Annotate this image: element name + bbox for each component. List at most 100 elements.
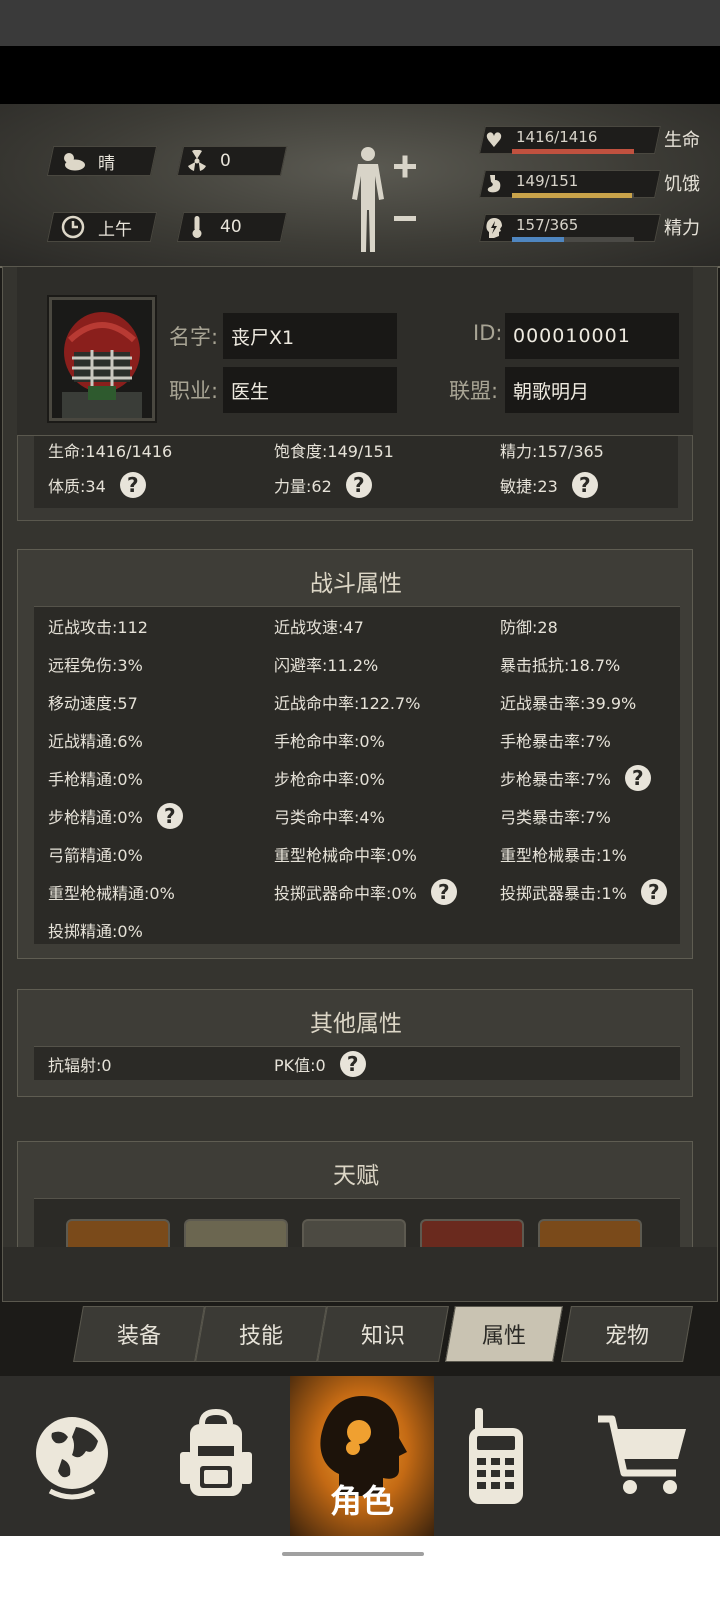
combat-stat-text: 手枪精通:0%: [48, 770, 143, 789]
combat-stat-text: 近战攻击:112: [48, 618, 148, 637]
combat-grid: 近战攻击:112 近战攻速:47 防御:28 远程免伤:3% 闪避率:11.2% 暴击抵抗…: [34, 606, 680, 944]
talent-slot-2[interactable]: [184, 1219, 288, 1248]
constitution-help-icon[interactable]: ?: [119, 472, 146, 498]
talent-slot-5[interactable]: [538, 1219, 642, 1248]
nav-shop[interactable]: [570, 1376, 714, 1536]
combat-stat: 近战攻速:47: [274, 611, 364, 641]
combat-stat-text: 暴击抵抗:18.7%: [500, 656, 621, 675]
nav-role-label: 角色: [329, 1482, 394, 1520]
nav-role[interactable]: 角色: [290, 1376, 434, 1536]
nav-radio[interactable]: [424, 1376, 568, 1536]
life-stat: 生命:1416/1416: [48, 442, 173, 461]
life-value: 1416/1416: [516, 128, 598, 146]
combat-stat: 重型枪械命中率:0%: [274, 839, 417, 869]
stomach-icon: [482, 170, 506, 198]
tab-attributes[interactable]: 属性: [445, 1306, 563, 1362]
radiation-display: 0: [180, 146, 231, 176]
name-label: 名字:: [169, 325, 219, 349]
combat-stat-text: 步枪精通:0%: [48, 808, 143, 827]
strength-help-icon[interactable]: ?: [345, 472, 372, 498]
combat-stat-text: 远程免伤:3%: [48, 656, 143, 675]
combat-title: 战斗属性: [310, 571, 402, 597]
combat-stat: 防御:28: [500, 611, 558, 641]
backpack-icon: [180, 1408, 252, 1496]
attribute-tabs: 装备 技能 知识 属性 宠物: [70, 1306, 696, 1364]
alliance-label: 联盟:: [449, 379, 499, 403]
combat-stat: 闪避率:11.2%: [274, 649, 378, 679]
talent-slot-4[interactable]: [420, 1219, 524, 1248]
bottom-navigation: 角色: [0, 1376, 720, 1536]
life-label: 生命: [664, 130, 700, 151]
temperature-display: 40: [180, 212, 242, 242]
id-field: 000010001: [505, 313, 679, 359]
combat-stat-text: 弓类暴击率:7%: [500, 808, 611, 827]
profile-card: 名字: 丧尸X1 ID: 000010001 职业: 医生 联盟: 朝歌明月: [17, 267, 693, 435]
combat-stat-text: 重型枪械命中率:0%: [274, 846, 417, 865]
body-figure-icon: [352, 147, 416, 252]
home-indicator[interactable]: [282, 1552, 424, 1556]
energy-bar: [512, 237, 634, 242]
combat-stat: 重型枪械精通:0%: [48, 877, 175, 907]
constitution-text: 体质:34: [48, 477, 106, 496]
nav-backpack[interactable]: [144, 1376, 288, 1536]
combat-stat-text: 投掷精通:0%: [48, 922, 143, 941]
talent-slot-3[interactable]: [302, 1219, 406, 1248]
vital-hunger: 149/151 饥饿: [479, 166, 712, 202]
energy-head-icon: [482, 214, 506, 242]
energy-value: 157/365: [516, 216, 579, 234]
tab-skills[interactable]: 技能: [195, 1306, 327, 1362]
energy-label: 精力: [664, 218, 700, 239]
other-attributes-section: 其他属性 抗辐射:0 PK值:0 ?: [17, 989, 693, 1097]
tab-pets[interactable]: 宠物: [561, 1306, 693, 1362]
strength-text: 力量:62: [274, 477, 332, 496]
time-display: 上午: [56, 212, 132, 242]
cart-icon: [598, 1415, 686, 1494]
other-title: 其他属性: [310, 1011, 402, 1037]
combat-stat-text: 防御:28: [500, 618, 558, 637]
talent-title: 天赋: [333, 1163, 379, 1189]
combat-stat-text: 近战精通:6%: [48, 732, 143, 751]
energy-stat: 精力:157/365: [500, 442, 604, 461]
talent-slot-1[interactable]: [66, 1219, 170, 1248]
combat-stat-text: 步枪命中率:0%: [274, 770, 385, 789]
top-hud: 晴 0 上午 40 ♥ 1416/1416 生命 149/151 饥饿 157/…: [0, 104, 720, 268]
radiation-value: 0: [220, 151, 231, 171]
pk-help-icon[interactable]: ?: [339, 1051, 366, 1077]
vital-life: ♥ 1416/1416 生命: [479, 122, 712, 158]
combat-stat: 投掷精通:0%: [48, 915, 143, 945]
combat-stat: 近战命中率:122.7%: [274, 687, 420, 717]
hunger-value: 149/151: [516, 172, 579, 190]
combat-stat-text: 近战攻速:47: [274, 618, 364, 637]
combat-stat-text: 闪避率:11.2%: [274, 656, 379, 675]
hunger-label: 饥饿: [664, 174, 700, 195]
agility-text: 敏捷:23: [500, 477, 558, 496]
panel-footer: [3, 1247, 717, 1301]
system-status-bar: [0, 0, 720, 46]
tab-equipment[interactable]: 装备: [73, 1306, 205, 1362]
cloud-sun-icon: [56, 151, 90, 171]
combat-stat-text: 重型枪械暴击:1%: [500, 846, 627, 865]
thermometer-icon: [180, 215, 214, 239]
combat-stat-text: 手枪命中率:0%: [274, 732, 385, 751]
combat-help-icon[interactable]: ?: [624, 765, 651, 791]
id-label: ID:: [473, 321, 503, 345]
radiation-icon: [180, 150, 214, 172]
combat-stat: 手枪精通:0%: [48, 763, 143, 793]
top-black-band: [0, 46, 720, 104]
heart-icon: ♥: [485, 128, 503, 152]
combat-help-icon[interactable]: ?: [640, 879, 667, 905]
satiety-stat: 饱食度:149/151: [274, 442, 394, 461]
combat-stat: 步枪精通:0%?: [48, 801, 183, 831]
agility-help-icon[interactable]: ?: [571, 472, 598, 498]
attributes-panel: 名字: 丧尸X1 ID: 000010001 职业: 医生 联盟: 朝歌明月 生…: [2, 266, 718, 1302]
combat-help-icon[interactable]: ?: [156, 803, 183, 829]
combat-help-icon[interactable]: ?: [430, 879, 457, 905]
body-status-button[interactable]: [348, 144, 418, 254]
nav-world[interactable]: [0, 1376, 144, 1536]
weather-display: 晴: [56, 146, 115, 176]
avatar[interactable]: [49, 297, 155, 421]
time-value: 上午: [98, 219, 132, 240]
tab-knowledge[interactable]: 知识: [317, 1306, 449, 1362]
pk-stat: PK值:0 ?: [274, 1051, 366, 1077]
combat-stat-text: 重型枪械精通:0%: [48, 884, 175, 903]
